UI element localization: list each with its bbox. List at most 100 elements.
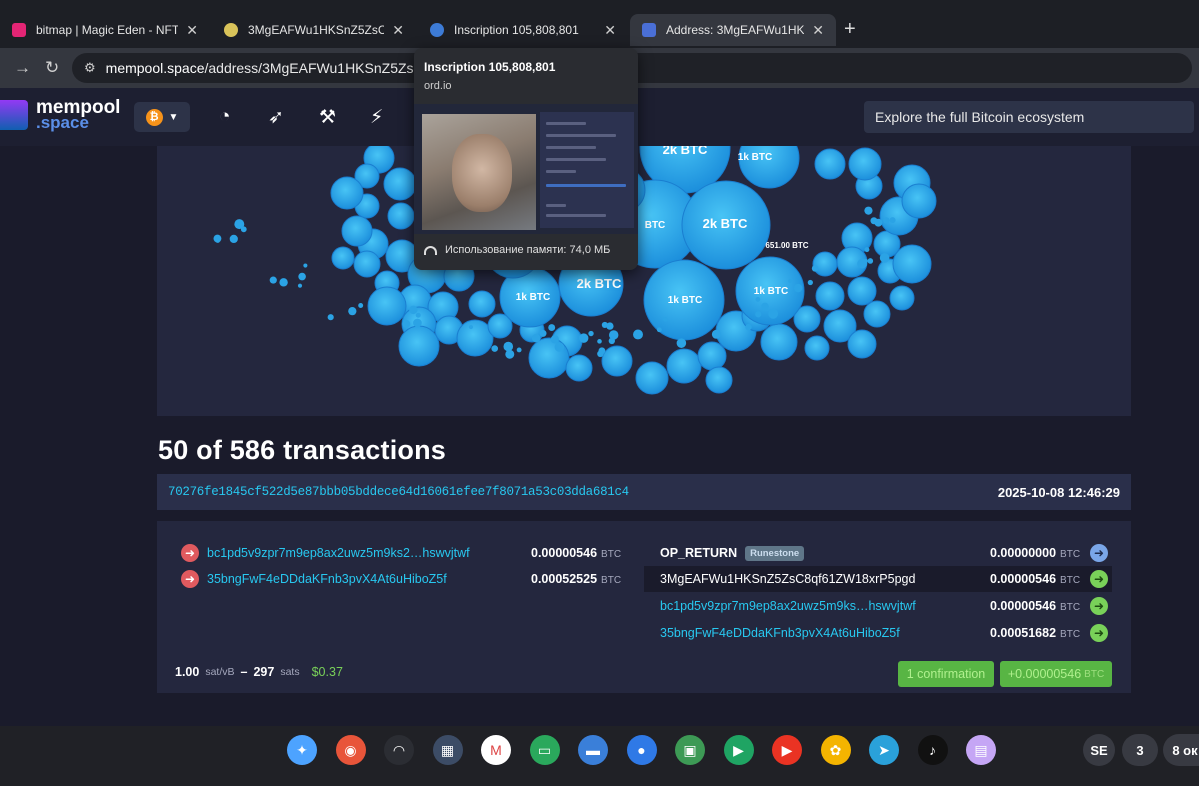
utxo-bubble[interactable] (331, 246, 355, 270)
utxo-bubble[interactable] (601, 345, 633, 377)
utxo-bubble[interactable] (804, 335, 830, 361)
mining-icon[interactable]: ⚒ (319, 106, 336, 129)
utxo-bubble[interactable] (847, 329, 877, 359)
utxo-dot (608, 337, 616, 345)
utxo-bubble[interactable] (812, 251, 838, 277)
utxo-bubble[interactable] (814, 148, 846, 180)
close-icon[interactable]: ✕ (392, 22, 404, 39)
utxo-bubble[interactable] (367, 286, 407, 326)
utxo-dot (633, 329, 643, 340)
tab-strip: bitmap | Magic Eden - NFT Ma ✕ 3MgEAFWu1… (0, 0, 1199, 50)
output-arrow-icon[interactable]: ➜ (1090, 544, 1108, 562)
mempool-logo[interactable]: mempool .space (0, 98, 120, 131)
bubble-label: 2k BTC (703, 216, 748, 231)
output-arrow-icon[interactable]: ➜ (1090, 597, 1108, 615)
chrome-icon[interactable]: ◉ (335, 735, 366, 765)
input-amount: 0.00052525 BTC (531, 572, 622, 586)
messages-icon[interactable]: ● (626, 735, 657, 765)
gmail-icon[interactable]: M (481, 735, 511, 765)
site-info-icon[interactable]: ⚙ (84, 60, 96, 76)
utxo-bubble[interactable] (760, 323, 798, 361)
utxo-bubble[interactable] (697, 341, 727, 371)
utxo-bubble[interactable] (330, 176, 364, 210)
utxo-bubble[interactable] (815, 281, 845, 311)
output-amount: 0.00051682 BTC (990, 626, 1081, 640)
fee-separator: – (240, 665, 248, 679)
input-arrow-icon[interactable]: ➜ (181, 544, 199, 562)
bubble-label: 1k BTC (754, 286, 788, 297)
reload-icon[interactable]: ↻ (45, 58, 59, 78)
utxo-bubble[interactable] (383, 167, 417, 201)
utxo-dot (597, 339, 602, 344)
utxo-bubble[interactable] (863, 300, 891, 328)
input-address[interactable]: 35bngFwF4eDDdaKFnb3pvX4At6uHiboZ5f (207, 572, 531, 586)
utxo-bubble[interactable] (353, 250, 381, 278)
utxo-dot (807, 279, 813, 286)
utxo-bubble[interactable] (387, 202, 415, 230)
bubble-label: 1k BTC (738, 152, 772, 163)
runestone-badge[interactable]: Runestone (745, 545, 805, 561)
utxo-bubble[interactable] (635, 361, 669, 395)
tab-inscription[interactable]: Inscription 105,808,801 ✕ (418, 14, 628, 46)
classroom-icon[interactable]: ▭ (529, 735, 560, 765)
output-address[interactable]: bc1pd5v9zpr7m9ep8ax2uwz5m9ks…hswvjtwf (660, 599, 990, 613)
utxo-bubble[interactable] (341, 215, 373, 247)
output-row-highlighted: 3MgEAFWu1HKSnZ5ZsC8qf61ZW18xrP5pgd 0.000… (644, 566, 1112, 592)
tiktok-icon[interactable]: ♪ (917, 735, 948, 765)
network-selector[interactable]: ₿ ▼ (134, 102, 190, 132)
transaction-header: 70276fe1845cf522d5e87bbb05bddece64d16061… (157, 474, 1131, 510)
utxo-bubble[interactable] (565, 354, 593, 382)
utxo-bubble[interactable] (398, 325, 440, 367)
rocket-icon[interactable]: ➶ (268, 106, 284, 129)
close-icon[interactable]: ✕ (604, 22, 616, 39)
utxo-dot (303, 263, 308, 268)
utxo-bubble[interactable] (468, 290, 496, 318)
input-address[interactable]: bc1pd5v9zpr7m9ep8ax2uwz5m9ks2…hswvjtwf (207, 546, 531, 560)
utxo-bubble[interactable] (705, 366, 733, 394)
tab-title: Inscription 105,808,801 (454, 23, 579, 37)
tab-title: 3MgEAFWu1HKSnZ5ZsC8qf61 (248, 23, 385, 37)
utxo-bubble[interactable] (666, 348, 702, 384)
photos-icon[interactable]: ✿ (820, 735, 851, 765)
forward-icon[interactable]: → (14, 58, 31, 78)
gemini-icon[interactable]: ✦ (287, 735, 317, 765)
output-arrow-icon[interactable]: ➜ (1090, 570, 1108, 588)
output-arrow-icon[interactable]: ➜ (1090, 624, 1108, 642)
play-store-icon[interactable]: ▶ (723, 735, 754, 765)
close-icon[interactable]: ✕ (186, 22, 198, 39)
search-input[interactable]: Explore the full Bitcoin ecosystem (864, 101, 1194, 133)
app-launcher-icon[interactable]: ▦ (432, 735, 463, 765)
youtube-icon[interactable]: ▶ (772, 735, 802, 765)
utxo-bubble[interactable] (847, 276, 877, 306)
utxo-bubble[interactable] (848, 147, 882, 181)
utxo-dot (402, 319, 411, 328)
gallery-icon[interactable]: ▣ (675, 735, 705, 765)
tab-ordinals-address[interactable]: 3MgEAFWu1HKSnZ5ZsC8qf61 ✕ (212, 14, 416, 46)
input-arrow-icon[interactable]: ➜ (181, 570, 199, 588)
files-icon[interactable]: ▬ (578, 735, 608, 765)
utxo-bubble[interactable] (528, 337, 570, 379)
utxo-dot (588, 330, 594, 337)
memory-usage: Использование памяти: 74,0 МБ (424, 244, 610, 256)
new-tab-button[interactable]: + (844, 18, 856, 41)
utxo-bubble[interactable] (889, 285, 915, 311)
telegram-icon[interactable]: ➤ (869, 735, 899, 765)
tab-magic-eden[interactable]: bitmap | Magic Eden - NFT Ma ✕ (0, 14, 210, 46)
net-amount-badge[interactable]: +0.00000546 BTC (1000, 661, 1112, 687)
utxo-dot (234, 219, 245, 230)
cast-icon[interactable]: ◠ (384, 735, 414, 765)
txid-link[interactable]: 70276fe1845cf522d5e87bbb05bddece64d16061… (168, 485, 629, 499)
close-icon[interactable]: ✕ (812, 22, 824, 39)
utxo-dot (864, 206, 873, 215)
confirmation-badge[interactable]: 1 confirmation (898, 661, 994, 687)
notes-icon[interactable]: ▤ (966, 735, 996, 765)
lightning-icon[interactable]: ⚡ (370, 106, 383, 129)
tab-mempool-address[interactable]: Address: 3MgEAFWu1HKSnZ5Z ✕ (630, 14, 836, 46)
date-tray[interactable]: 8 ок (1163, 734, 1199, 766)
bubble-graph: 2k BTC 1k BTC BTC 2k BTC 651.00 BTC 1k BTC 1k … (213, 146, 937, 395)
notification-count[interactable]: 3 (1122, 734, 1158, 766)
utxo-bubble[interactable] (901, 183, 937, 219)
dashboard-icon[interactable]: ◔ (219, 106, 230, 128)
input-method-button[interactable]: SE (1083, 734, 1115, 766)
output-address[interactable]: 35bngFwF4eDDdaKFnb3pvX4At6uHiboZ5f (660, 626, 990, 640)
